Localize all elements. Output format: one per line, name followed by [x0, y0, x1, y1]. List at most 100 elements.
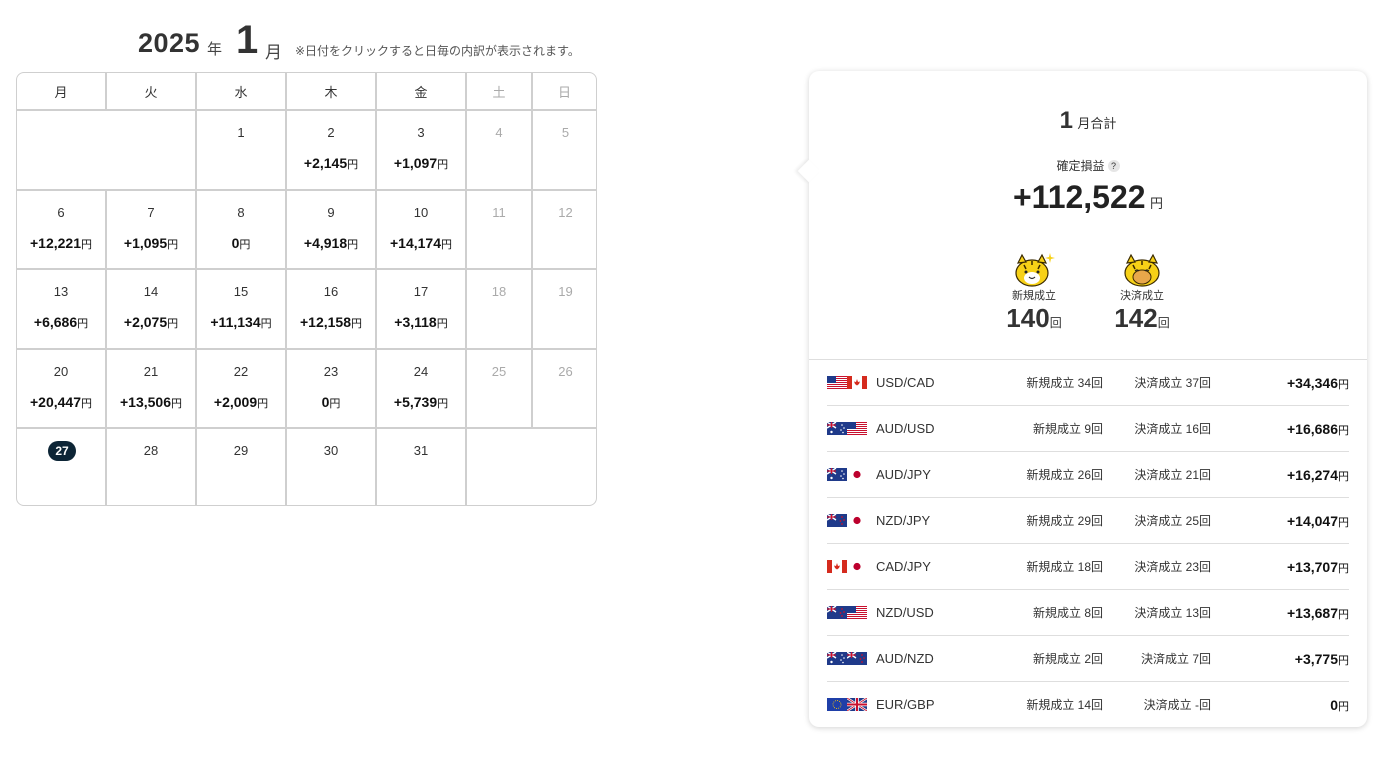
total-unit: 円 [1150, 196, 1164, 211]
calendar-day-cell[interactable]: 18 [467, 270, 533, 348]
daily-pl-unit: 円 [441, 239, 452, 251]
daily-pl: +11,134円 [197, 314, 285, 331]
us-flag-icon [847, 422, 867, 436]
pair-closed-count: 決済成立 25回 [1134, 514, 1211, 528]
calendar-day-cell[interactable]: 11 [467, 191, 533, 268]
day-number: 12 [558, 205, 573, 220]
calendar-day-cell[interactable]: 29 [197, 429, 287, 505]
calendar-day-cell[interactable]: 10 +14,174円 [377, 191, 467, 268]
pair-flags [827, 696, 869, 713]
calendar-month: 1 [236, 18, 259, 62]
calendar-day-cell[interactable]: 31 [377, 429, 467, 505]
daily-pl-value: +12,221 [30, 235, 81, 251]
day-number: 7 [147, 205, 155, 220]
day-number: 15 [233, 284, 249, 299]
calendar-year: 2025 [138, 28, 201, 58]
day-number: 24 [413, 364, 429, 379]
calendar-day-cell[interactable]: 25 [467, 350, 533, 427]
realized-pl-total: +112,522 円 [809, 179, 1367, 216]
daily-pl-unit: 円 [167, 239, 179, 251]
daily-pl-value: +11,134 [210, 314, 261, 330]
day-number: 3 [417, 125, 425, 140]
daily-pl-value: +5,739 [393, 394, 438, 410]
calendar-day-cell[interactable]: 20 +20,447円 [17, 350, 107, 427]
weekday-label: 金 [377, 73, 467, 109]
calendar-day-cell[interactable]: 15 +11,134円 [197, 270, 287, 348]
day-number: 20 [53, 364, 69, 379]
pair-pl-value: +16,274 [1287, 467, 1338, 483]
calendar-day-cell[interactable]: 3 +1,097円 [377, 111, 467, 189]
pair-flags [827, 560, 869, 574]
pair-pl-unit: 円 [1338, 425, 1349, 437]
daily-pl-unit: 円 [436, 318, 448, 330]
calendar-day-cell[interactable]: 28 [107, 429, 197, 505]
pair-new-count: 新規成立 18回 [1026, 560, 1103, 574]
us-flag-icon [827, 376, 847, 390]
daily-pl-value: +14,174 [390, 235, 441, 251]
calendar-week-row: 13 +6,686円 14 +2,075円 15 +11,134円 16 +12,158円 17… [17, 268, 596, 348]
calendar-day-cell[interactable]: 2 +2,145円 [287, 111, 377, 189]
calendar-day-cell[interactable]: 12 [533, 191, 596, 268]
pair-pl-unit: 円 [1338, 517, 1349, 529]
calendar-day-cell[interactable]: 22 +2,009円 [197, 350, 287, 427]
pair-closed-count: 決済成立 37回 [1134, 376, 1211, 390]
japan-flag-icon [847, 560, 867, 573]
pair-pl: +34,346円 [1287, 375, 1349, 392]
day-number: 30 [323, 443, 339, 458]
calendar-day-cell[interactable]: 4 [467, 111, 533, 189]
calendar-day-cell[interactable]: 19 [533, 270, 596, 348]
calendar-header: 2025 年 1 月 ※日付をクリックすると日毎の内訳が表示されます。 [0, 18, 760, 66]
daily-pl-value: +2,075 [123, 314, 168, 330]
calendar-day-cell[interactable]: 30 [287, 429, 377, 505]
calendar-empty-cell [107, 111, 197, 189]
closed-orders-count: 142回 [1114, 303, 1170, 333]
calendar-day-cell[interactable]: 23 0円 [287, 350, 377, 427]
calendar-empty-cell [467, 429, 533, 505]
daily-pl-value: +4,918 [303, 235, 348, 251]
pair-new-count: 新規成立 2回 [1032, 652, 1103, 666]
help-icon[interactable]: ? [1107, 160, 1120, 172]
new-orders-count: 140回 [1006, 303, 1062, 333]
daily-pl-value: +13,506 [120, 394, 171, 410]
pair-new-count: 新規成立 14回 [1026, 698, 1103, 712]
calendar-day-cell[interactable]: 26 [533, 350, 596, 427]
pair-pl-value: +3,775 [1294, 651, 1338, 667]
calendar-day-cell[interactable]: 7 +1,095円 [107, 191, 197, 268]
pair-pl-value: +13,707 [1287, 559, 1338, 575]
pair-closed-count: 決済成立 16回 [1134, 422, 1211, 436]
pair-pl-value: +34,346 [1287, 375, 1338, 391]
calendar-day-cell[interactable]: 16 +12,158円 [287, 270, 377, 348]
daily-pl: +6,686円 [17, 314, 105, 331]
daily-pl-unit: 円 [257, 398, 269, 410]
day-number: 13 [53, 284, 69, 299]
calendar-grid: 月火水木金土日 1 2 +2,145円 3 +1,097円 4 5 6 +12,221円 7 +1,… [16, 72, 597, 506]
daily-pl: 0円 [287, 394, 375, 411]
calendar-day-cell[interactable]: 13 +6,686円 [17, 270, 107, 348]
day-number: 25 [491, 364, 507, 379]
day-number: 26 [558, 364, 573, 379]
pair-pl: +13,707円 [1287, 559, 1349, 576]
calendar-day-cell[interactable]: 1 [197, 111, 287, 189]
day-number: 17 [413, 284, 429, 299]
calendar-day-cell[interactable]: 5 [533, 111, 596, 189]
summary-title: 1 月合計 [809, 107, 1367, 135]
daily-pl-value: +1,097 [393, 155, 438, 171]
currency-pair-row: AUD/USD 新規成立 9回 決済成立 16回 +16,686円 [826, 406, 1349, 452]
pair-closed-count: 決済成立 13回 [1134, 606, 1211, 620]
calendar-day-cell[interactable]: 8 0円 [197, 191, 287, 268]
calendar-day-cell[interactable]: 27 [17, 429, 107, 505]
daily-pl: 0円 [197, 235, 285, 252]
japan-flag-icon [847, 514, 867, 527]
pair-new-count: 新規成立 9回 [1032, 422, 1103, 436]
calendar-day-cell[interactable]: 6 +12,221円 [17, 191, 107, 268]
calendar-day-cell[interactable]: 24 +5,739円 [377, 350, 467, 427]
calendar-day-cell[interactable]: 14 +2,075円 [107, 270, 197, 348]
calendar-day-cell[interactable]: 21 +13,506円 [107, 350, 197, 427]
calendar-day-cell[interactable]: 17 +3,118円 [377, 270, 467, 348]
us-flag-icon [847, 606, 867, 620]
today-badge: 27 [48, 441, 76, 461]
daily-pl-unit: 円 [81, 239, 92, 251]
calendar-day-cell[interactable]: 9 +4,918円 [287, 191, 377, 268]
weekday-label: 木 [287, 73, 377, 109]
pair-new-count: 新規成立 26回 [1026, 468, 1103, 482]
